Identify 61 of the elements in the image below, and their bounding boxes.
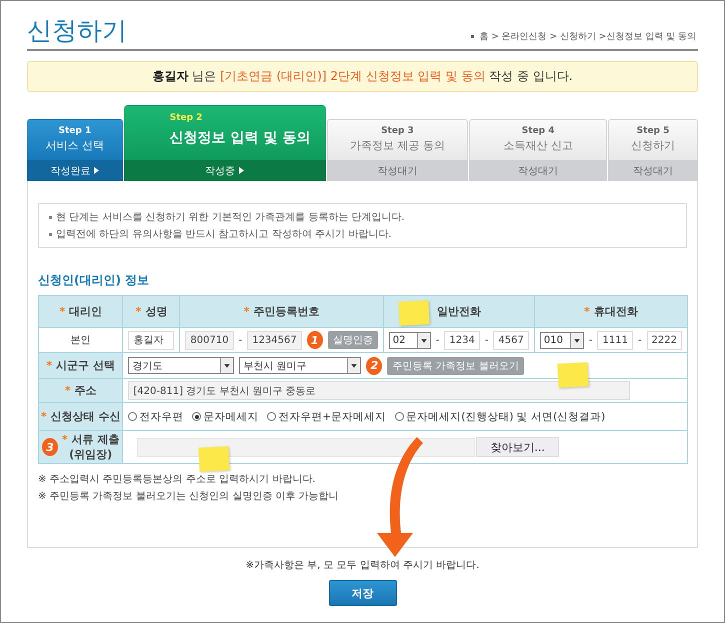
section-title: 신청인(대리인) 정보 [38,272,150,289]
mobile-prefix-select[interactable]: 010 [540,332,584,348]
bottom-note: ※가족사항은 부, 모 모두 입력하여 주시기 바랍니다. [246,559,480,572]
dropdown-caret-icon [347,358,360,373]
radio-option[interactable]: 문자메세지(진행상태) 및 서면(신청결과) [395,410,606,424]
step-status: 작성대기 [377,164,418,178]
note-text: ※ 주민등록 가족정보 불러오기는 신청인의 실명인증 이후 가능합니 [38,490,340,503]
dash: - [484,334,488,346]
step-status: 작성대기 [518,164,558,178]
row-sublabel: (위임장) [68,447,114,462]
number-badge: 1 [306,331,323,349]
page-title: 신청하기 [27,18,127,43]
number-badge: 3 [42,438,58,456]
bullet-icon [49,232,52,236]
column-header: * 성명 [122,296,180,328]
note-text: ※ 주소입력시 주민등록등본상의 주소로 입력하시기 바랍니다. [38,473,316,486]
number-badge: 2 [366,356,382,374]
mobile-field[interactable]: 2222 [646,330,682,350]
id-number-field[interactable]: 800710 [185,330,234,350]
dropdown-caret-icon [416,332,430,348]
info-text: 현 단계는 서비스를 신청하기 위한 기본적인 가족관계를 등록하는 단계입니다. [56,211,405,224]
phone-field[interactable]: 1234 [444,330,480,350]
breadcrumb: 홈 > 온라인신청 > 신청하기 >신청정보 입력 및 동의 [479,31,696,43]
row-label: * 서류 제출 [62,432,120,447]
save-button[interactable]: 저장 [328,580,396,606]
dropdown-caret-icon [570,332,583,348]
step-status: 작성중 [205,164,236,178]
radio-option[interactable]: 전자우편+문자메세지 [267,410,386,424]
column-header: * 대리인 [38,296,123,328]
area-code-select[interactable]: 02 [388,332,431,348]
column-header: * 휴대전화 [534,296,688,328]
file-field[interactable] [137,438,476,456]
sticky-note [198,446,230,472]
dash: - [638,334,642,346]
city-select[interactable]: 부천시 원미구 [239,357,362,374]
name-field[interactable]: 홍길자 [128,330,174,350]
phone-field[interactable]: 4567 [493,330,529,350]
dash: - [238,334,242,346]
info-text: 입력전에 하단의 유의사항을 반드시 참고하시고 작성하여 주시기 바랍니다. [56,228,392,241]
row-label: * 주소 [38,378,123,402]
dropdown-caret-icon [220,358,234,373]
radio-option[interactable]: 전자우편 [128,410,184,424]
step-status: 작성대기 [633,164,674,178]
address-field[interactable]: [420-811] 경기도 부천시 원미구 중동로 [128,381,630,400]
step-status: 작성완료 [50,164,90,178]
province-select[interactable]: 경기도 [128,357,234,374]
radio-option[interactable]: 문자메세지 [192,410,258,424]
triangle-icon [239,167,244,174]
sticky-note [557,362,589,388]
dash: - [588,334,592,346]
row-label: * 신청상태 수신 [38,402,123,430]
row-label: * 시군구 선택 [38,352,123,378]
column-header: * 주민등록번호 [180,296,384,328]
status-notice: 홍길자 님은 [기초연금 (대리인)] 2단계 신청정보 입력 및 동의 작성 중 입니다. [152,68,573,85]
id-number-field[interactable]: 1234567 [247,330,302,350]
bullet-icon [49,216,52,218]
triangle-icon [94,167,100,174]
browse-button[interactable]: 찾아보기... [476,437,559,457]
mobile-field[interactable]: 1111 [597,330,633,350]
dash: - [436,334,440,346]
bullet-icon [471,35,474,38]
